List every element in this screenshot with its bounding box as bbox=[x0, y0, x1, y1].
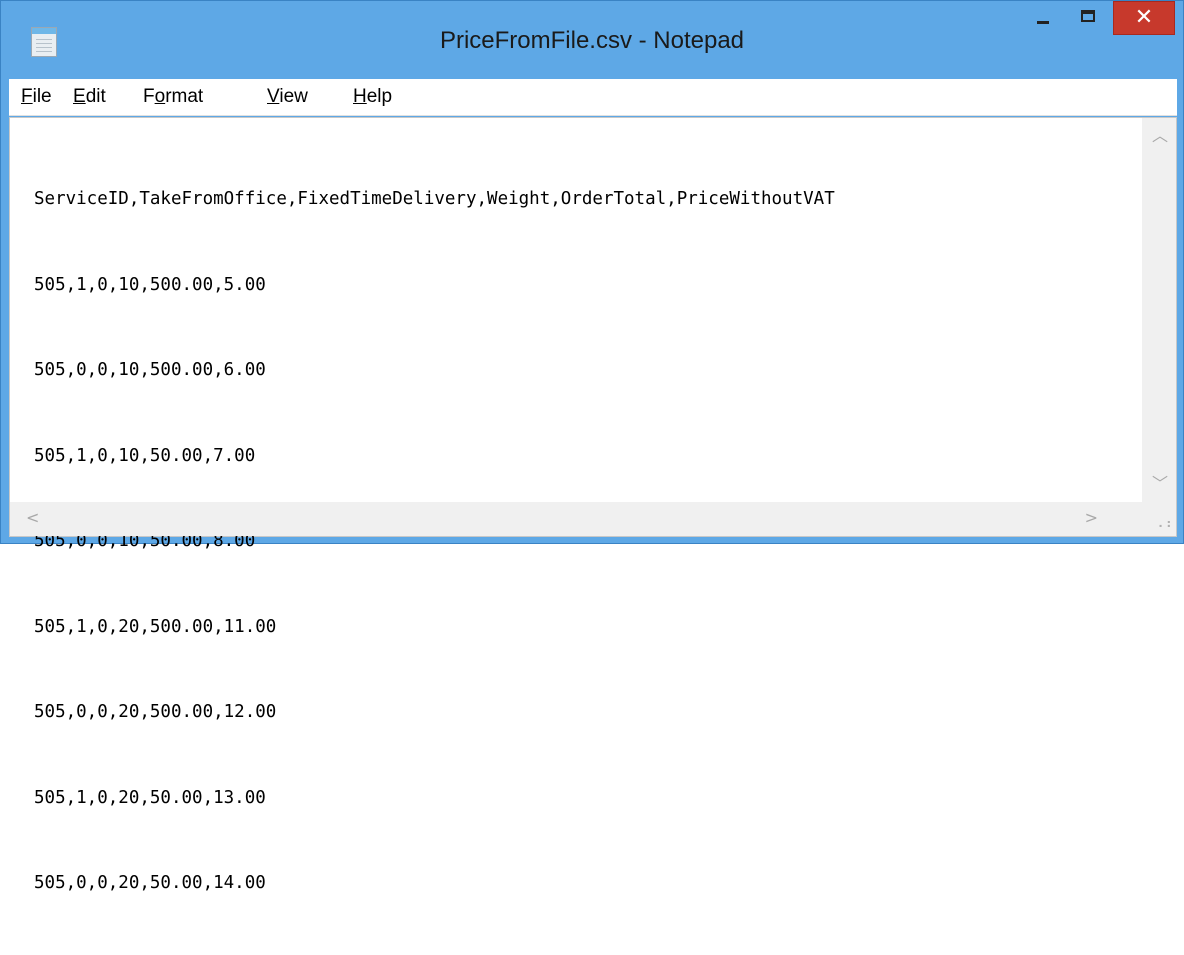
resize-grip[interactable]: ⠠⠰ bbox=[1142, 502, 1176, 536]
resize-grip-icon: ⠠⠰ bbox=[1153, 516, 1171, 532]
text-editor[interactable]: ServiceID,TakeFromOffice,FixedTimeDelive… bbox=[9, 117, 1177, 893]
menu-file[interactable]: File bbox=[21, 79, 52, 115]
maximize-button[interactable] bbox=[1067, 1, 1111, 35]
close-button[interactable]: ✕ bbox=[1113, 1, 1175, 35]
scroll-left-icon[interactable]: < bbox=[26, 508, 39, 527]
menu-edit[interactable]: Edit bbox=[73, 79, 106, 115]
menu-help[interactable]: Help bbox=[353, 79, 392, 115]
editor-line: 505,0,0,20,50.00,14.00 bbox=[34, 873, 266, 893]
minimize-icon bbox=[1037, 21, 1049, 24]
editor-line: 505,0,0,10,500.00,6.00 bbox=[34, 360, 266, 380]
menu-view[interactable]: View bbox=[267, 79, 308, 115]
editor-text[interactable]: ServiceID,TakeFromOffice,FixedTimeDelive… bbox=[34, 128, 1134, 955]
window-title: PriceFromFile.csv - Notepad bbox=[439, 27, 745, 54]
vertical-scrollbar[interactable]: ︿ ﹀ bbox=[1142, 118, 1176, 502]
horizontal-scrollbar[interactable]: < > bbox=[10, 502, 1142, 536]
editor-line: 505,1,0,10,50.00,7.00 bbox=[34, 445, 256, 466]
editor-line: 505,1,0,20,50.00,13.00 bbox=[34, 787, 266, 808]
scroll-up-icon[interactable]: ︿ bbox=[1152, 122, 1168, 146]
editor-line: 505,1,0,20,500.00,11.00 bbox=[34, 616, 277, 637]
maximize-icon bbox=[1081, 10, 1095, 22]
scroll-right-icon[interactable]: > bbox=[1085, 508, 1098, 527]
menu-format[interactable]: Format bbox=[143, 79, 203, 115]
notepad-window: PriceFromFile.csv - Notepad ✕ File Edit … bbox=[0, 0, 1184, 893]
editor-line: 505,1,0,10,500.00,5.00 bbox=[34, 274, 266, 295]
minimize-button[interactable] bbox=[1021, 1, 1067, 35]
menu-bar: File Edit Format View Help bbox=[9, 79, 1177, 116]
editor-line: 505,0,0,20,500.00,12.00 bbox=[34, 702, 277, 722]
close-icon: ✕ bbox=[1134, 5, 1154, 30]
title-bar[interactable]: PriceFromFile.csv - Notepad ✕ bbox=[1, 1, 1183, 81]
scroll-down-icon[interactable]: ﹀ bbox=[1152, 470, 1168, 494]
editor-line: ServiceID,TakeFromOffice,FixedTimeDelive… bbox=[34, 189, 835, 209]
